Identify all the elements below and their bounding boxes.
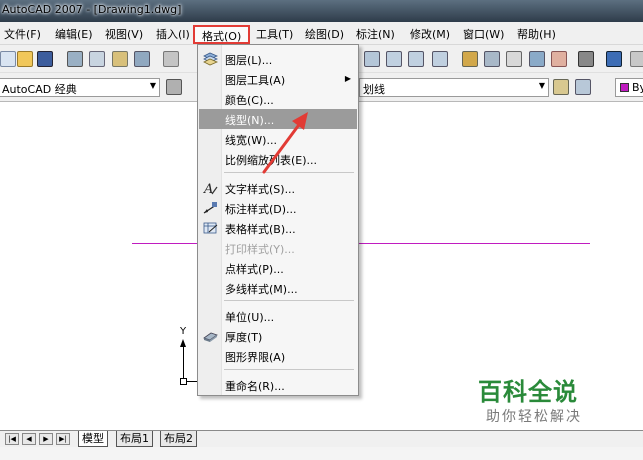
toolbar-extra-icon[interactable] (630, 51, 643, 67)
menu-item-color[interactable]: 颜色(C)... (199, 89, 357, 109)
design-center-icon[interactable] (484, 51, 500, 67)
menu-edit[interactable]: 编辑(E) (55, 26, 93, 42)
markup-icon[interactable] (551, 51, 567, 67)
dimension-style-icon (203, 202, 217, 214)
thickness-icon (203, 332, 218, 342)
zoom-extents-icon[interactable] (432, 51, 448, 67)
menu-window[interactable]: 窗口(W) (463, 26, 504, 42)
first-tab-button[interactable]: |◀ (5, 433, 19, 445)
menu-help[interactable]: 帮助(H) (517, 26, 556, 42)
menu-item-mline-style[interactable]: 多线样式(M)... (199, 278, 357, 298)
chevron-down-icon: ▼ (538, 81, 545, 90)
watermark-title: 百科全说 (478, 378, 578, 406)
open-file-icon[interactable] (17, 51, 33, 67)
menu-tools[interactable]: 工具(T) (256, 26, 293, 42)
menu-item-point-style[interactable]: 点样式(P)... (199, 258, 357, 278)
menu-separator (224, 369, 354, 370)
tool-palettes-icon[interactable] (506, 51, 522, 67)
menu-separator (224, 300, 354, 301)
menu-item-thickness[interactable]: 厚度(T) (199, 326, 357, 346)
menu-item-linetype[interactable]: 线型(N)... (199, 109, 357, 129)
workspace-value: AutoCAD 经典 (2, 83, 77, 96)
linetype-select[interactable]: 划线 ▼ (359, 78, 549, 97)
tab-layout2[interactable]: 布局2 (160, 431, 197, 447)
menu-format-active[interactable]: 格式(O) (193, 25, 250, 44)
menu-modify[interactable]: 修改(M) (410, 26, 450, 42)
format-dropdown-menu: 图层(L)... 图层工具(A) ▶ 颜色(C)... 线型(N)... 线宽(… (197, 44, 359, 396)
menu-draw[interactable]: 绘图(D) (305, 26, 344, 42)
menu-bar: 文件(F) 编辑(E) 视图(V) 插入(I) 工具(T) 绘图(D) 标注(N… (0, 22, 643, 45)
layer-properties-icon[interactable] (553, 79, 569, 95)
menu-item-plot-style[interactable]: 打印样式(Y)... (199, 238, 357, 258)
menu-item-rename[interactable]: 重命名(R)... (199, 375, 357, 395)
new-file-icon[interactable] (0, 51, 16, 67)
layout-tab-bar: |◀ ◀ ▶ ▶| 模型 布局1 布局2 (0, 430, 643, 447)
menu-item-units[interactable]: 单位(U)... (199, 306, 357, 326)
ucs-arrow-icon (180, 339, 186, 347)
menu-item-lineweight[interactable]: 线宽(W)... (199, 129, 357, 149)
next-tab-button[interactable]: ▶ (39, 433, 53, 445)
window-title: AutoCAD 2007 - [Drawing1.dwg] (2, 3, 182, 16)
plot-icon[interactable] (134, 51, 150, 67)
print-preview-icon[interactable] (89, 51, 105, 67)
help-icon[interactable] (606, 51, 622, 67)
menu-item-table-style[interactable]: 表格样式(B)... (199, 218, 357, 238)
zoom-previous-icon[interactable] (408, 51, 424, 67)
color-value: By (632, 81, 643, 94)
ucs-y-label: Y (180, 326, 187, 337)
linetype-value: 划线 (363, 83, 385, 96)
tab-layout1[interactable]: 布局1 (116, 431, 153, 447)
publish-icon[interactable] (112, 51, 128, 67)
save-icon[interactable] (37, 51, 53, 67)
menu-item-limits[interactable]: 图形界限(A) (199, 346, 357, 366)
table-style-icon (203, 222, 218, 234)
menu-format[interactable]: 格式(O) (202, 28, 241, 44)
menu-item-scale-list[interactable]: 比例缩放列表(E)... (199, 149, 357, 169)
menu-view[interactable]: 视图(V) (105, 26, 143, 42)
color-select[interactable]: By (615, 78, 643, 97)
title-bar: AutoCAD 2007 - [Drawing1.dwg] (0, 0, 643, 22)
menu-item-layer[interactable]: 图层(L)... (199, 49, 357, 69)
prev-tab-button[interactable]: ◀ (22, 433, 36, 445)
menu-dimension[interactable]: 标注(N) (356, 26, 395, 42)
text-style-icon: A (203, 182, 218, 195)
menu-file[interactable]: 文件(F) (4, 26, 41, 42)
menu-separator (224, 172, 354, 173)
menu-insert[interactable]: 插入(I) (156, 26, 190, 42)
calculator-icon[interactable] (578, 51, 594, 67)
ucs-y-axis (183, 346, 184, 382)
watermark-subtitle: 助你轻松解决 (486, 409, 582, 425)
zoom-window-icon[interactable] (386, 51, 402, 67)
layers-icon (203, 52, 218, 66)
command-strip (0, 447, 643, 460)
workspace-select[interactable]: AutoCAD 经典 ▼ (0, 78, 160, 97)
watermark: 百科全说 助你轻松解决 (458, 368, 618, 430)
ucs-origin-icon (180, 378, 187, 385)
menu-item-layer-tools[interactable]: 图层工具(A) ▶ (199, 69, 357, 89)
sheet-set-icon[interactable] (529, 51, 545, 67)
properties-icon[interactable] (462, 51, 478, 67)
submenu-arrow-icon: ▶ (344, 74, 351, 83)
chevron-down-icon: ▼ (149, 81, 156, 90)
cut-icon[interactable] (163, 51, 179, 67)
menu-item-dim-style[interactable]: 标注样式(D)... (199, 198, 357, 218)
tab-model[interactable]: 模型 (78, 431, 108, 447)
layer-previous-icon[interactable] (575, 79, 591, 95)
zoom-realtime-icon[interactable] (364, 51, 380, 67)
print-icon[interactable] (67, 51, 83, 67)
menu-item-text-style[interactable]: A 文字样式(S)... (199, 178, 357, 198)
color-swatch (620, 83, 629, 92)
svg-text:A: A (203, 182, 213, 195)
last-tab-button[interactable]: ▶| (56, 433, 70, 445)
workspace-settings-icon[interactable] (166, 79, 182, 95)
